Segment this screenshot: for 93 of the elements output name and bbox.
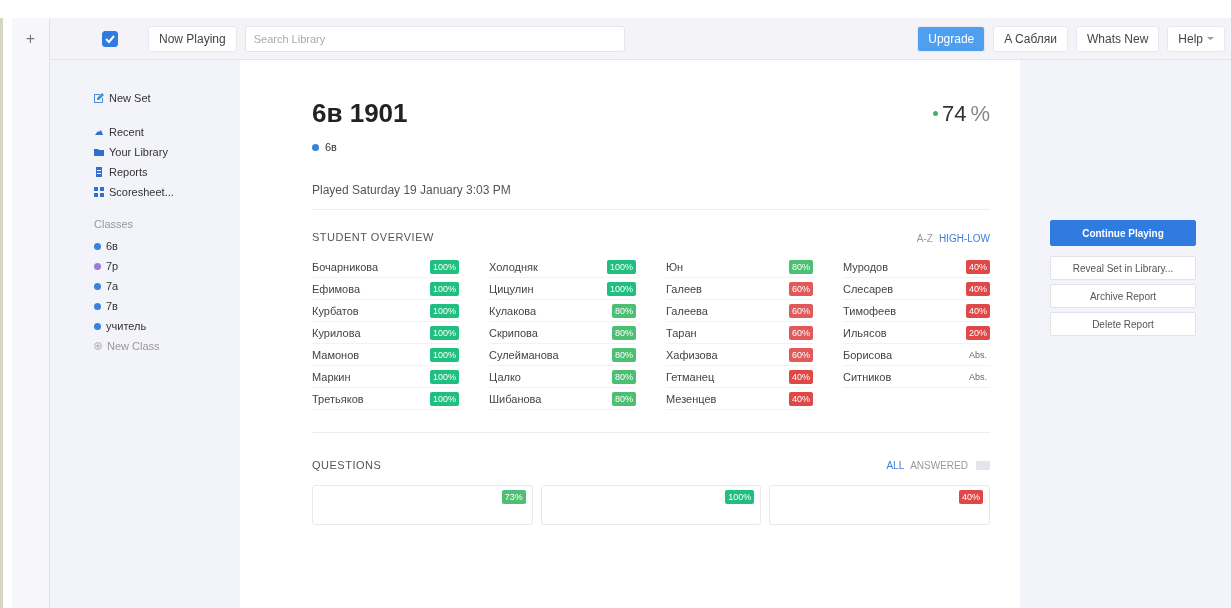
new-set-link[interactable]: New Set — [94, 90, 240, 106]
caret-icon — [1207, 36, 1214, 41]
toolbar-button[interactable]: Whats New — [1075, 25, 1160, 52]
score-tag: 40% — [959, 490, 983, 504]
score-tag: 60% — [789, 347, 813, 362]
score-tag: 40% — [789, 369, 813, 384]
score-dot — [932, 111, 938, 116]
class-item[interactable]: учитель — [94, 318, 240, 334]
score-tag: 40% — [966, 303, 990, 318]
add-button[interactable]: + — [25, 30, 36, 48]
action-button[interactable]: Archive Report — [1050, 284, 1196, 308]
folder-icon — [94, 147, 104, 157]
sidebar-item[interactable]: Recent — [94, 124, 240, 140]
student-name: Тимофеев — [843, 304, 897, 317]
score-tag: 60% — [789, 303, 813, 318]
report-title: 6в 1901 — [312, 98, 408, 129]
question-card[interactable]: 40% — [769, 485, 990, 525]
score-tag: 100% — [429, 347, 459, 362]
edit-icon — [94, 93, 104, 103]
score-tag: 60% — [789, 325, 813, 340]
student-name: Цалко — [489, 370, 521, 383]
student-name: Ефимова — [312, 282, 361, 295]
student-name: Хафизова — [666, 348, 718, 361]
student-name: Галеев — [666, 282, 702, 295]
student-name: Кулакова — [489, 304, 537, 317]
student-name: Юн — [666, 260, 684, 273]
score-tag: 100% — [429, 325, 459, 340]
score-reading: 74 % — [932, 100, 990, 127]
student-name: Галеева — [666, 304, 708, 317]
student-name: Цицулин — [489, 282, 534, 295]
checkbox[interactable] — [102, 30, 118, 47]
score-tag: 100% — [606, 281, 636, 296]
score-tag: 100% — [606, 259, 636, 274]
section-heading: Classes — [94, 218, 135, 232]
class-item[interactable]: 7а — [94, 278, 240, 294]
student-name: Шибанова — [489, 392, 542, 405]
score-tag: 100% — [429, 369, 459, 384]
score-tag: 60% — [789, 281, 813, 296]
action-button[interactable]: Delete Report — [1050, 312, 1196, 336]
class-tag: 6в — [312, 141, 990, 153]
plus-circle-icon — [94, 342, 102, 350]
student-name: Холодняк — [489, 260, 538, 273]
document-icon — [94, 167, 104, 177]
sidebar-item[interactable]: Reports — [94, 164, 240, 180]
student-name: Маркин — [312, 370, 351, 383]
student-name: Бочарникова — [312, 260, 379, 273]
sidebar-item[interactable]: Your Library — [94, 144, 240, 160]
score-tag: 20% — [966, 325, 990, 340]
class-item[interactable]: 7р — [94, 258, 240, 274]
action-button[interactable]: Reveal Set in Library... — [1050, 256, 1196, 280]
score-tag: 100% — [429, 259, 459, 274]
score-tag: 100% — [429, 391, 459, 406]
student-name: Гетманец — [666, 370, 715, 383]
filter-option[interactable]: ALL — [886, 459, 905, 471]
class-item[interactable]: 7в — [94, 298, 240, 314]
class-item[interactable]: 6в — [94, 238, 240, 254]
action-button[interactable]: Continue Playing — [1050, 220, 1196, 246]
student-name: Скрипова — [489, 326, 538, 339]
score-tag: 80% — [612, 369, 636, 384]
student-name: Муродов — [843, 260, 889, 273]
student-name: Третьяков — [312, 392, 364, 405]
student-name: Ильясов — [843, 326, 887, 339]
score-tag: 100% — [429, 303, 459, 318]
played-date: Played Saturday 19 January 3:03 PM — [312, 183, 990, 210]
sidebar-item[interactable]: Scoresheet... — [94, 184, 240, 200]
student-name: Сулейманова — [489, 348, 559, 361]
score-tag: 80% — [612, 347, 636, 362]
grid-icon — [94, 187, 104, 197]
student-name: Курбатов — [312, 304, 359, 317]
search-field[interactable]: Search Library — [244, 25, 625, 52]
student-name: Слесарев — [843, 282, 894, 295]
score-tag: 40% — [789, 391, 813, 406]
score-tag: 100% — [429, 281, 459, 296]
student-name: Мезенцев — [666, 392, 717, 405]
score-tag: 40% — [966, 259, 990, 274]
score-tag: 100% — [725, 490, 755, 504]
score-tag: 80% — [612, 391, 636, 406]
student-name: Ситников — [843, 370, 892, 383]
student-name: Мамонов — [312, 348, 360, 361]
score-tag: 40% — [966, 281, 990, 296]
menu-button[interactable]: Help — [1167, 25, 1225, 52]
sort-option[interactable]: HIGH-LOW — [938, 233, 990, 244]
toolbar-button[interactable]: A Сабляи — [993, 25, 1068, 52]
now-playing-button[interactable]: Now Playing — [148, 25, 237, 52]
section-heading: STUDENT OVERVIEW — [312, 231, 434, 243]
score-tag: 80% — [789, 259, 813, 274]
student-name: Борисова — [843, 348, 893, 361]
section-heading: QUESTIONS — [312, 459, 382, 471]
score-tag: 73% — [501, 490, 526, 504]
score-tag: 80% — [612, 303, 636, 318]
score-tag: 80% — [612, 325, 636, 340]
student-name: Курилова — [312, 326, 361, 339]
student-name: Таран — [666, 326, 697, 339]
